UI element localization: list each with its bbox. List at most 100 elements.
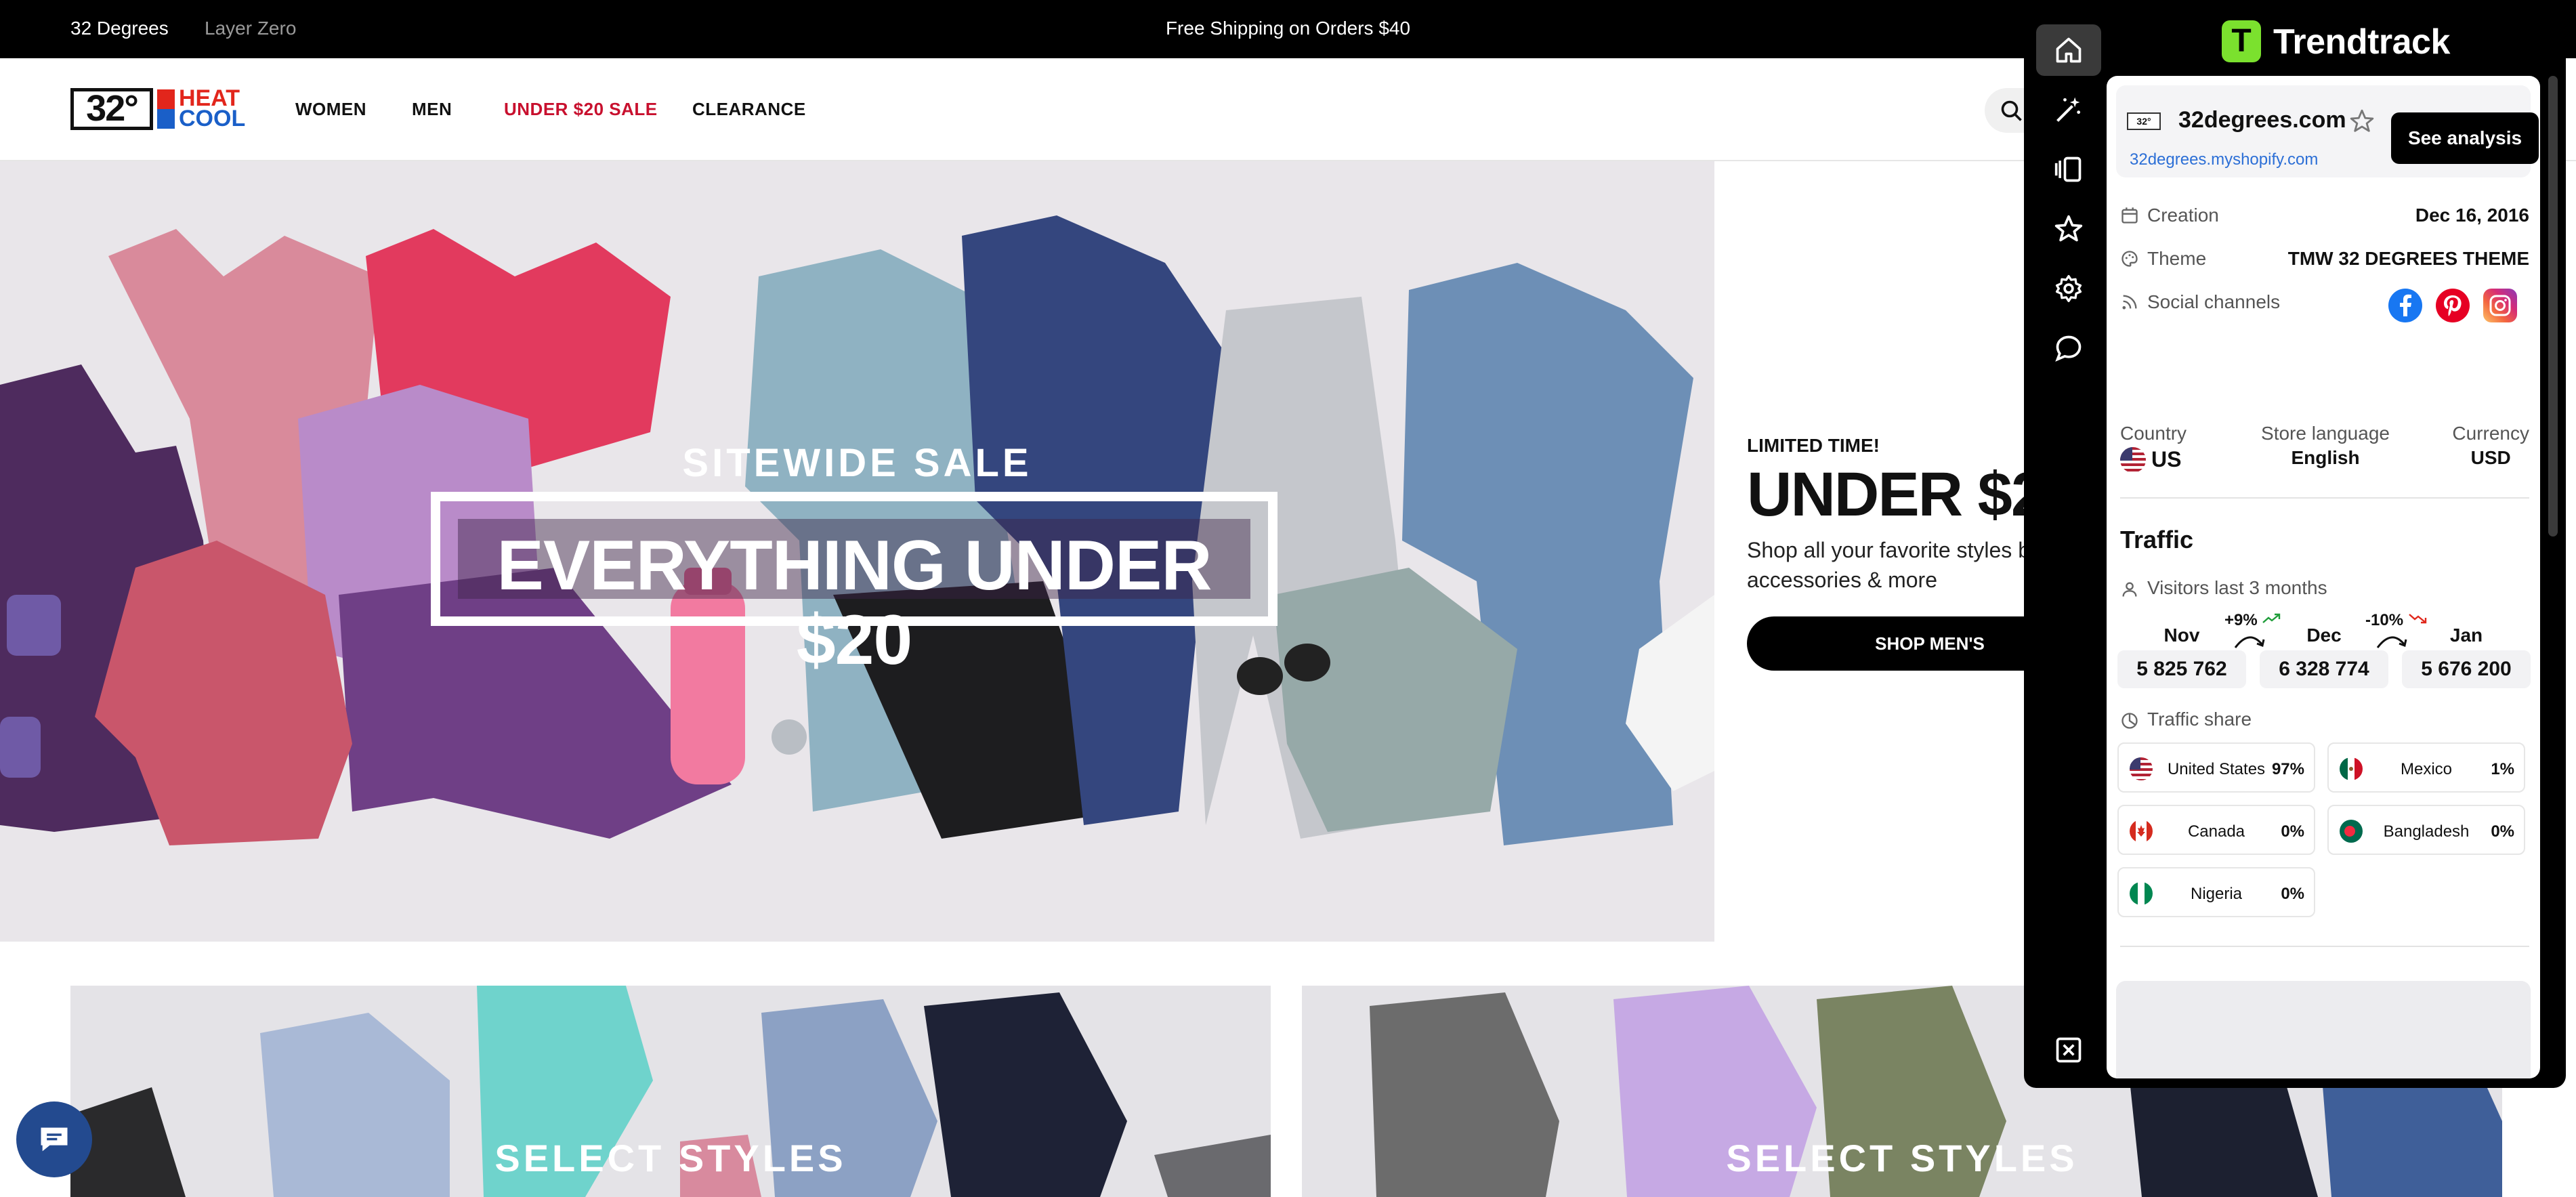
rss-icon <box>2122 295 2137 310</box>
language-value: English <box>2291 447 2360 468</box>
language-label: Store language <box>2261 423 2390 444</box>
carousel-icon <box>2054 156 2082 182</box>
social-row: Social channels <box>2120 289 2529 327</box>
country-share-bangladesh: Bangladesh 0% <box>2327 805 2525 855</box>
rail-magic[interactable] <box>2036 84 2101 135</box>
divider <box>2120 946 2529 947</box>
close-square-icon <box>2056 1037 2082 1063</box>
visitors-dec: 6 328 774 <box>2260 650 2388 688</box>
panel-scrollbar[interactable] <box>2548 76 2558 537</box>
loading-placeholder <box>2116 981 2531 1078</box>
language-block: Store language English <box>2261 423 2390 469</box>
creation-label: Creation <box>2147 205 2219 226</box>
rail-home[interactable] <box>2036 24 2101 76</box>
instagram-icon[interactable] <box>2483 289 2517 322</box>
curved-arrow-icon <box>2376 636 2407 648</box>
mexico-flag-icon <box>2340 757 2363 780</box>
social-label: Social channels <box>2147 291 2281 312</box>
rail-carousel[interactable] <box>2036 144 2101 195</box>
chat-icon <box>41 1127 68 1152</box>
gear-icon <box>2055 275 2082 302</box>
search-icon <box>2001 100 2022 121</box>
country-name: Canada <box>2187 822 2245 841</box>
tile-label: SELECT STYLES <box>1726 1137 2078 1179</box>
trendtrack-logo-mark: T <box>2222 20 2261 62</box>
hero-banner[interactable]: SITEWIDE SALE EVERYTHING UNDER $20 <box>0 161 1714 942</box>
country-share-mexico: Mexico 1% <box>2327 742 2525 793</box>
creation-row: Creation Dec 16, 2016 <box>2120 202 2529 229</box>
logo-bar <box>157 89 175 129</box>
nav-men[interactable]: MEN <box>412 99 452 120</box>
rail-chat[interactable] <box>2036 322 2101 374</box>
facebook-icon[interactable] <box>2388 289 2422 322</box>
chat-bubble-icon <box>2055 335 2082 362</box>
country-value-wrap: US <box>2120 447 2187 473</box>
shopify-url-link[interactable]: 32degrees.myshopify.com <box>2130 150 2318 169</box>
theme-row: Theme TMW 32 DEGREES THEME <box>2120 245 2529 272</box>
rail-favorites[interactable] <box>2036 203 2101 255</box>
visitors-nov: 5 825 762 <box>2117 650 2246 688</box>
palette-icon <box>2121 251 2138 267</box>
theme-value: TMW 32 DEGREES THEME <box>2287 248 2529 269</box>
visitors-jan: 5 676 200 <box>2402 650 2531 688</box>
nav-clearance[interactable]: CLEARANCE <box>692 99 806 120</box>
user-icon <box>2122 582 2137 597</box>
pinterest-icon[interactable] <box>2436 289 2470 322</box>
country-percent: 0% <box>2281 885 2304 903</box>
country-label: Country <box>2120 423 2187 444</box>
change-dec-jan-text: -10% <box>2365 611 2404 629</box>
logo-cool: COOL <box>179 106 246 131</box>
currency-value: USD <box>2470 447 2511 468</box>
country-share-canada: Canada 0% <box>2117 805 2315 855</box>
store-card: 32° 32degrees.com 32degrees.myshopify.co… <box>2116 85 2539 177</box>
trendtrack-panel: T Trendtrack 32° 32degrees.com 32degrees… <box>2024 0 2566 1088</box>
hero-title: EVERYTHING UNDER $20 <box>497 526 1212 679</box>
rail-close[interactable] <box>2036 1024 2101 1076</box>
trendtrack-rail <box>2024 0 2105 1088</box>
trendtrack-brand-name: Trendtrack <box>2273 22 2450 62</box>
country-share-nigeria: Nigeria 0% <box>2117 867 2315 917</box>
visitors-row: Visitors last 3 months <box>2120 577 2327 599</box>
change-nov-dec: +9% <box>2224 611 2282 630</box>
divider <box>2120 497 2529 499</box>
site-logo[interactable]: 32° HEAT COOL <box>70 87 246 131</box>
currency-label: Currency <box>2452 423 2529 444</box>
bangladesh-flag-icon <box>2340 820 2363 843</box>
hero-title-backdrop: EVERYTHING UNDER $20 <box>458 519 1250 677</box>
rail-settings[interactable] <box>2036 263 2101 314</box>
store-domain: 32degrees.com <box>2178 107 2346 133</box>
logo-number: 32° <box>70 88 153 130</box>
country-share-united-states: United States 97% <box>2117 742 2315 793</box>
nigeria-flag-icon <box>2130 882 2153 905</box>
country-percent: 1% <box>2491 760 2514 778</box>
traffic-share-row: Traffic share <box>2120 709 2252 730</box>
month-jan: Jan <box>2449 625 2483 646</box>
nav-women[interactable]: WOMEN <box>295 99 366 120</box>
category-tile-1[interactable]: SELECT STYLES <box>70 986 1271 1197</box>
month-nov: Nov <box>2163 625 2200 646</box>
country-percent: 97% <box>2271 760 2304 778</box>
limited-time-label: LIMITED TIME! <box>1747 435 1880 456</box>
change-dec-jan: -10% <box>2365 611 2428 630</box>
country-name: Mexico <box>2400 760 2453 778</box>
country-value: US <box>2151 447 2182 471</box>
country-percent: 0% <box>2281 822 2304 841</box>
star-icon <box>2054 215 2083 242</box>
creation-value: Dec 16, 2016 <box>2415 205 2529 226</box>
magic-wand-icon <box>2056 97 2081 122</box>
country-block: Country US <box>2120 423 2187 473</box>
month-dec: Dec <box>2306 625 2342 646</box>
favorite-star-icon[interactable] <box>2349 108 2375 134</box>
pie-chart-icon <box>2121 713 2138 729</box>
trend-down-icon <box>2408 614 2426 624</box>
tile-label: SELECT STYLES <box>494 1137 847 1179</box>
country-name: United States <box>2167 760 2266 778</box>
chat-launcher-button[interactable] <box>16 1101 92 1177</box>
nav-under-20-sale[interactable]: UNDER $20 SALE <box>504 99 658 120</box>
see-analysis-button[interactable]: See analysis <box>2391 112 2539 164</box>
store-analysis-panel: 32° 32degrees.com 32degrees.myshopify.co… <box>2107 76 2540 1078</box>
country-percent: 0% <box>2491 822 2514 841</box>
us-flag-icon <box>2130 757 2153 780</box>
hero-eyebrow: SITEWIDE SALE <box>682 441 1032 485</box>
us-flag-icon <box>2120 447 2146 473</box>
